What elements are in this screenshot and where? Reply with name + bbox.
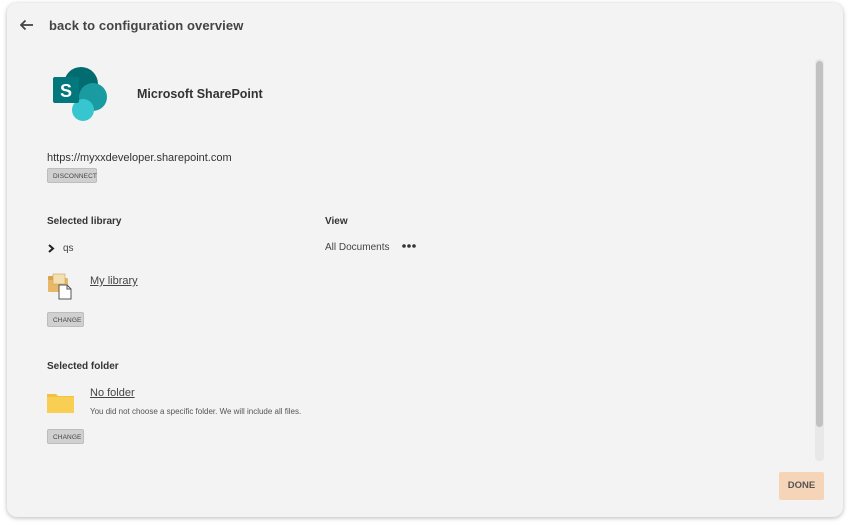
folder-name-link[interactable]: No folder	[90, 387, 135, 399]
view-value: All Documents	[325, 242, 390, 253]
folder-note: You did not choose a specific folder. We…	[90, 407, 302, 416]
arrow-left-icon	[20, 19, 33, 31]
library-name-link[interactable]: My library	[90, 275, 138, 287]
done-button[interactable]: DONE	[779, 472, 824, 500]
scrollbar-thumb[interactable]	[816, 61, 823, 427]
selected-library-title: Selected library	[47, 216, 122, 227]
library-tree-item[interactable]: qs	[47, 243, 74, 254]
library-tree-label: qs	[63, 243, 74, 254]
folder-icon	[47, 394, 74, 413]
change-folder-button[interactable]: CHANGE	[47, 429, 84, 444]
more-horizontal-icon[interactable]	[402, 243, 416, 249]
site-url: https://myxxdeveloper.sharepoint.com	[47, 152, 232, 164]
svg-text:S: S	[60, 81, 72, 101]
chevron-right-icon[interactable]	[47, 244, 55, 253]
change-library-button[interactable]: CHANGE	[47, 312, 84, 327]
library-icon	[48, 273, 72, 300]
configuration-card: back to configuration overview S Microso…	[7, 3, 843, 517]
selected-folder-title: Selected folder	[47, 361, 119, 372]
app-name: Microsoft SharePoint	[137, 87, 263, 101]
scrollbar[interactable]	[815, 59, 824, 461]
disconnect-button[interactable]: DISCONNECT	[47, 168, 97, 183]
back-label: back to configuration overview	[49, 17, 244, 33]
back-link[interactable]: back to configuration overview	[20, 14, 243, 36]
sharepoint-logo-icon: S	[53, 67, 107, 121]
view-title: View	[325, 216, 348, 227]
